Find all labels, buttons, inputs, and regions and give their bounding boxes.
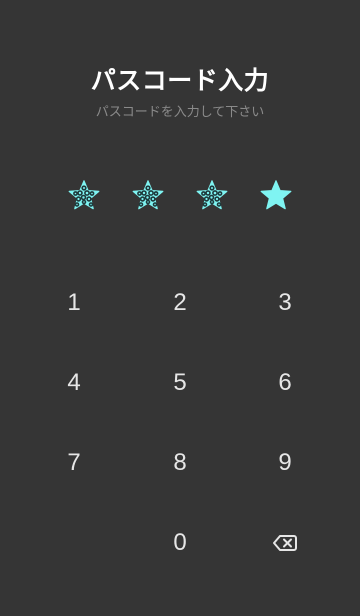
- leopard-pattern-star-icon: [66, 178, 102, 214]
- leopard-pattern-star-icon: [194, 178, 230, 214]
- passcode-indicators: [0, 178, 360, 218]
- keypad-key-0[interactable]: 0: [140, 513, 220, 573]
- page-title: パスコード入力: [90, 66, 270, 95]
- keypad-blank: [34, 513, 114, 573]
- keypad-key-3[interactable]: 3: [245, 273, 325, 333]
- backspace-icon: [272, 533, 298, 553]
- keypad-key-5[interactable]: 5: [140, 353, 220, 413]
- keypad-key-4[interactable]: 4: [34, 353, 114, 413]
- delete-button[interactable]: [245, 513, 325, 573]
- keypad-key-9[interactable]: 9: [245, 433, 325, 493]
- keypad-key-6[interactable]: 6: [245, 353, 325, 413]
- page-subtitle: パスコードを入力して下さい: [95, 105, 265, 120]
- leopard-pattern-star-icon: [130, 178, 166, 214]
- keypad-key-1[interactable]: 1: [34, 273, 114, 333]
- cyan-star-icon: [258, 178, 294, 214]
- keypad-key-2[interactable]: 2: [140, 273, 220, 333]
- keypad-key-8[interactable]: 8: [140, 433, 220, 493]
- keypad-key-7[interactable]: 7: [34, 433, 114, 493]
